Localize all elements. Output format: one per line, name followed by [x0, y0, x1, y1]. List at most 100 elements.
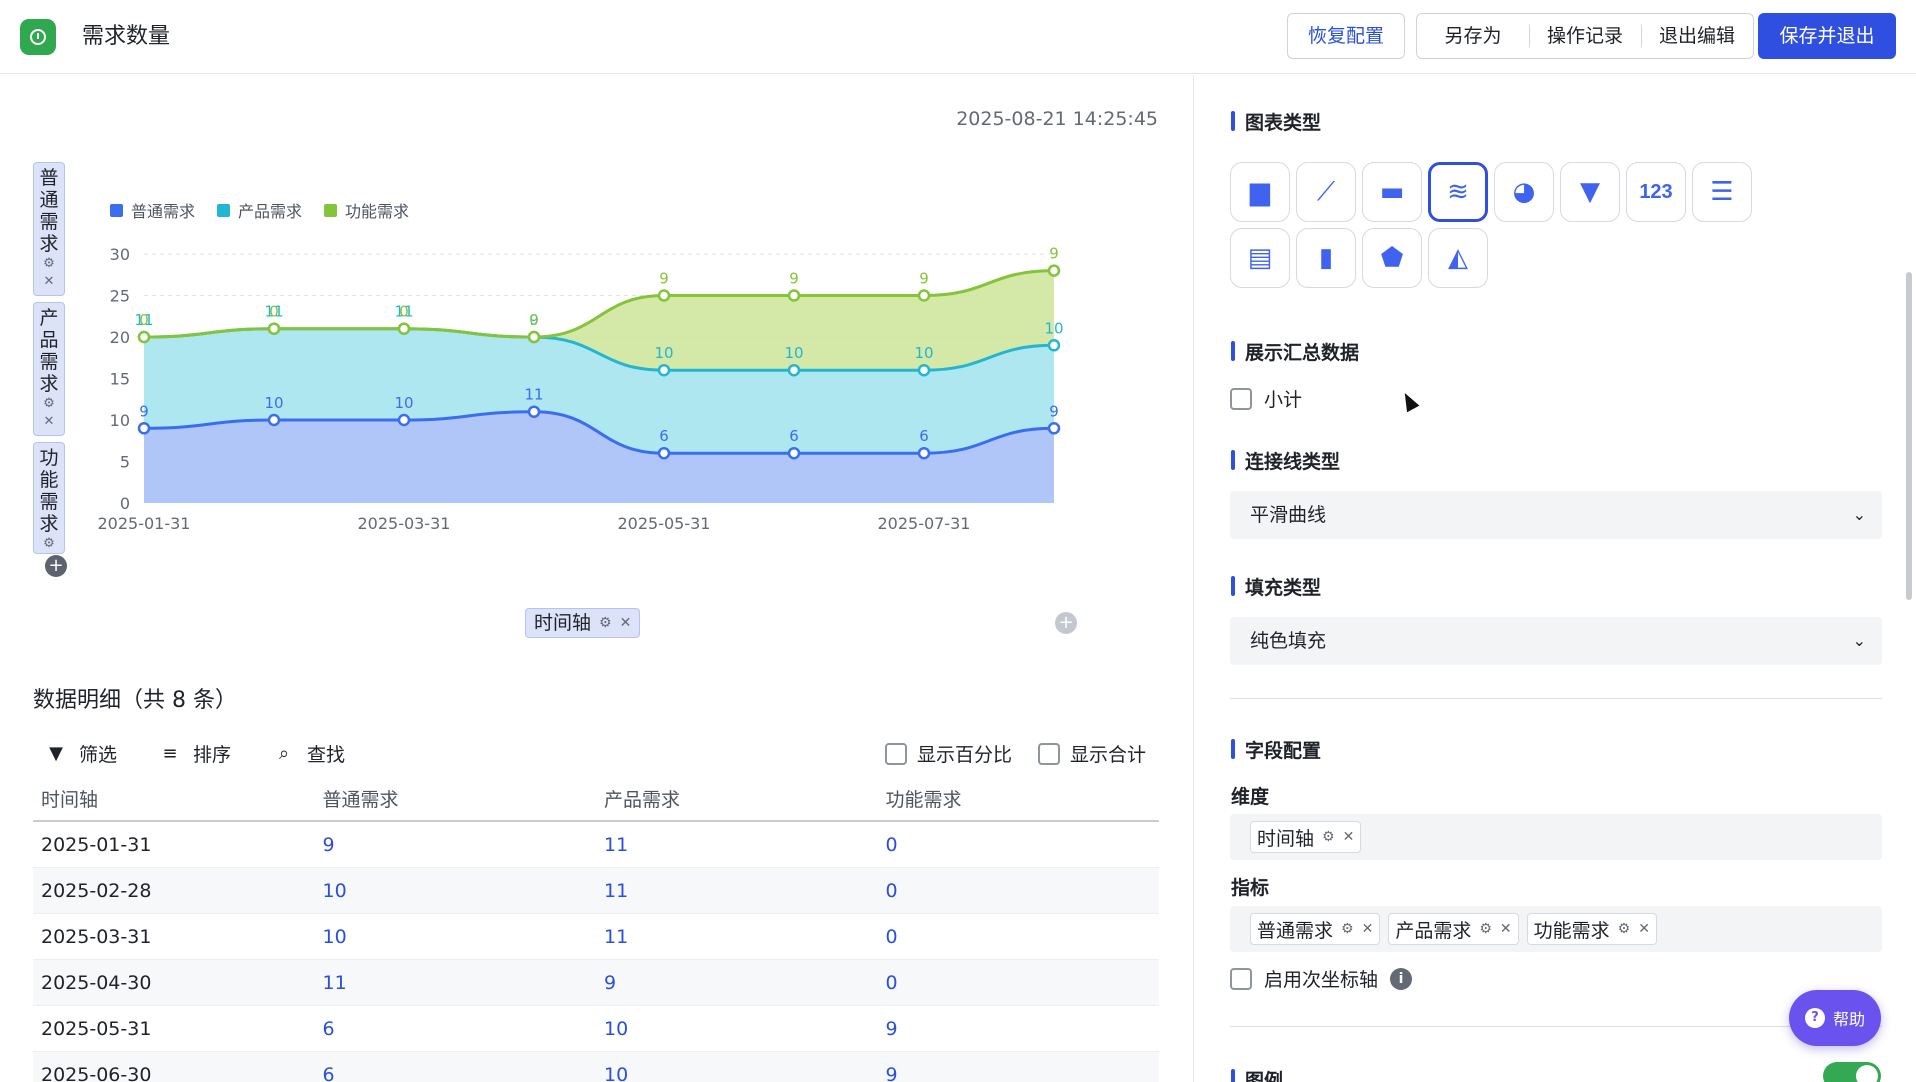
- save-and-exit-button[interactable]: 保存并退出: [1758, 13, 1896, 59]
- table-header-cell[interactable]: 产品需求: [596, 785, 878, 812]
- history-button[interactable]: 操作记录: [1529, 14, 1641, 58]
- table-cell: 0: [885, 925, 898, 948]
- restore-config-button[interactable]: 恢复配置: [1287, 13, 1405, 59]
- table-header-cell[interactable]: 功能需求: [878, 785, 1160, 812]
- secondary-axis-row[interactable]: 启用次坐标轴 i: [1230, 965, 1413, 992]
- line-type-select[interactable]: 平滑曲线 ⌄: [1230, 491, 1882, 539]
- gear-icon[interactable]: ⚙: [1618, 921, 1631, 937]
- bar-chart-icon: ▆: [1250, 177, 1270, 207]
- close-icon[interactable]: ✕: [34, 413, 64, 431]
- metric-chip[interactable]: 普通需求 ⚙ ✕: [1250, 913, 1381, 945]
- chart-type-title: 图表类型: [1231, 108, 1321, 135]
- metric-chip-label: 功能需求: [1533, 919, 1610, 942]
- table-header-cell[interactable]: 时间轴: [33, 785, 315, 812]
- sort-button[interactable]: ≡ 排序: [159, 740, 231, 767]
- data-point: [1047, 339, 1061, 352]
- chart-type-button[interactable]: ⬟: [1362, 228, 1422, 288]
- y-field-tag-3[interactable]: 功能需求 ⚙: [33, 442, 65, 554]
- data-point: [657, 446, 671, 460]
- chart-type-button[interactable]: ☰: [1692, 162, 1752, 222]
- filter-button[interactable]: ▼ 筛选: [45, 740, 117, 767]
- chart-type-button[interactable]: ▬: [1362, 162, 1422, 222]
- table-row[interactable]: 2025-02-28 10 11 0: [33, 868, 1159, 914]
- checkbox[interactable]: [1038, 742, 1061, 765]
- chart-type-button[interactable]: ▆: [1230, 162, 1290, 222]
- gear-icon[interactable]: ⚙: [1341, 921, 1354, 937]
- table-cell: 10: [322, 879, 347, 902]
- close-icon[interactable]: ✕: [1343, 829, 1355, 845]
- chart-type-button[interactable]: ⟋: [1296, 162, 1356, 222]
- show-total-toggle[interactable]: 显示合计: [1038, 740, 1146, 767]
- subtotal-checkbox-row[interactable]: 小计: [1230, 385, 1302, 412]
- legend-item[interactable]: 产品需求: [217, 198, 302, 222]
- exit-edit-button[interactable]: 退出编辑: [1641, 14, 1753, 58]
- close-icon[interactable]: ✕: [1362, 921, 1374, 937]
- data-point: [267, 413, 281, 427]
- gear-icon[interactable]: ⚙: [599, 609, 612, 637]
- table-row[interactable]: 2025-04-30 11 9 0: [33, 960, 1159, 1006]
- close-icon[interactable]: ✕: [620, 609, 632, 637]
- chart-type-button[interactable]: ≋: [1428, 162, 1488, 222]
- number-card-icon: 123: [1639, 181, 1673, 203]
- y-field-tag-2[interactable]: 产品需求 ⚙ ✕: [33, 302, 65, 436]
- gear-icon[interactable]: ⚙: [1322, 829, 1335, 845]
- table-cell: 11: [604, 925, 629, 948]
- dimension-field-box[interactable]: 时间轴 ⚙ ✕: [1230, 814, 1882, 860]
- close-icon[interactable]: ✕: [1500, 921, 1512, 937]
- legend-item[interactable]: 功能需求: [324, 198, 409, 222]
- table-cell: 6: [322, 1063, 335, 1082]
- x-axis-field-tag[interactable]: 时间轴 ⚙ ✕: [525, 608, 641, 638]
- find-button[interactable]: ⌕ 查找: [273, 740, 345, 767]
- legend-swatch: [324, 203, 338, 217]
- dimension-chip-label: 时间轴: [1257, 827, 1315, 850]
- close-icon[interactable]: ✕: [1638, 921, 1650, 937]
- chart-type-button[interactable]: ◭: [1428, 228, 1488, 288]
- chart-type-button[interactable]: 123: [1626, 162, 1686, 222]
- chart-type-button[interactable]: ▮: [1296, 228, 1356, 288]
- legend-item[interactable]: 普通需求: [110, 198, 195, 222]
- data-point: [657, 289, 671, 302]
- metric-chip[interactable]: 功能需求 ⚙ ✕: [1526, 913, 1657, 945]
- data-label: 9: [139, 402, 149, 420]
- table-row[interactable]: 2025-05-31 6 10 9: [33, 1006, 1159, 1052]
- info-icon[interactable]: i: [1390, 967, 1413, 990]
- y-field-tag-1[interactable]: 普通需求 ⚙ ✕: [33, 162, 65, 296]
- data-point: [787, 446, 801, 460]
- table-header-cell[interactable]: 普通需求: [315, 785, 597, 812]
- line-type-value: 平滑曲线: [1250, 504, 1327, 526]
- add-y-field-icon[interactable]: +: [45, 555, 67, 577]
- table-cell: 2025-06-30: [41, 1063, 152, 1082]
- gear-icon[interactable]: ⚙: [34, 535, 64, 553]
- show-percent-toggle[interactable]: 显示百分比: [885, 740, 1012, 767]
- fill-type-select[interactable]: 纯色填充 ⌄: [1230, 617, 1882, 665]
- save-as-button[interactable]: 另存为: [1417, 14, 1529, 58]
- help-button[interactable]: ? 帮助: [1789, 990, 1881, 1046]
- table-row[interactable]: 2025-01-31 9 11 0: [33, 822, 1159, 868]
- data-point: [1047, 264, 1061, 277]
- chart-type-button[interactable]: ▼: [1560, 162, 1620, 222]
- metric-field-box[interactable]: 普通需求 ⚙ ✕ 产品需求 ⚙ ✕ 功能需求 ⚙ ✕: [1230, 906, 1882, 952]
- table-row[interactable]: 2025-03-31 10 11 0: [33, 914, 1159, 960]
- metric-chip[interactable]: 产品需求 ⚙ ✕: [1388, 913, 1519, 945]
- table-cell: 10: [322, 925, 347, 948]
- dimension-chip[interactable]: 时间轴 ⚙ ✕: [1250, 821, 1362, 853]
- secondary-axis-checkbox[interactable]: [1230, 967, 1252, 990]
- data-point: [267, 322, 281, 335]
- gear-icon[interactable]: ⚙: [34, 255, 64, 273]
- funnel-chart-icon: ▼: [1580, 177, 1600, 207]
- add-x-field-icon[interactable]: +: [1055, 612, 1077, 634]
- close-icon[interactable]: ✕: [34, 273, 64, 291]
- data-label: 0: [269, 303, 279, 321]
- gear-icon[interactable]: ⚙: [1479, 921, 1492, 937]
- checkbox[interactable]: [885, 742, 907, 765]
- metric-chip-label: 产品需求: [1395, 919, 1472, 942]
- legend-toggle[interactable]: [1823, 1062, 1881, 1082]
- chart-type-button[interactable]: ▤: [1230, 228, 1290, 288]
- x-field-tag-label: 时间轴: [534, 612, 592, 634]
- gear-icon[interactable]: ⚙: [34, 395, 64, 413]
- table-row[interactable]: 2025-06-30 6 10 9: [33, 1052, 1159, 1082]
- chart-type-button[interactable]: ◕: [1494, 162, 1554, 222]
- subtotal-checkbox[interactable]: [1230, 387, 1252, 410]
- panel-scrollbar[interactable]: [1906, 272, 1912, 600]
- data-point: [917, 446, 931, 460]
